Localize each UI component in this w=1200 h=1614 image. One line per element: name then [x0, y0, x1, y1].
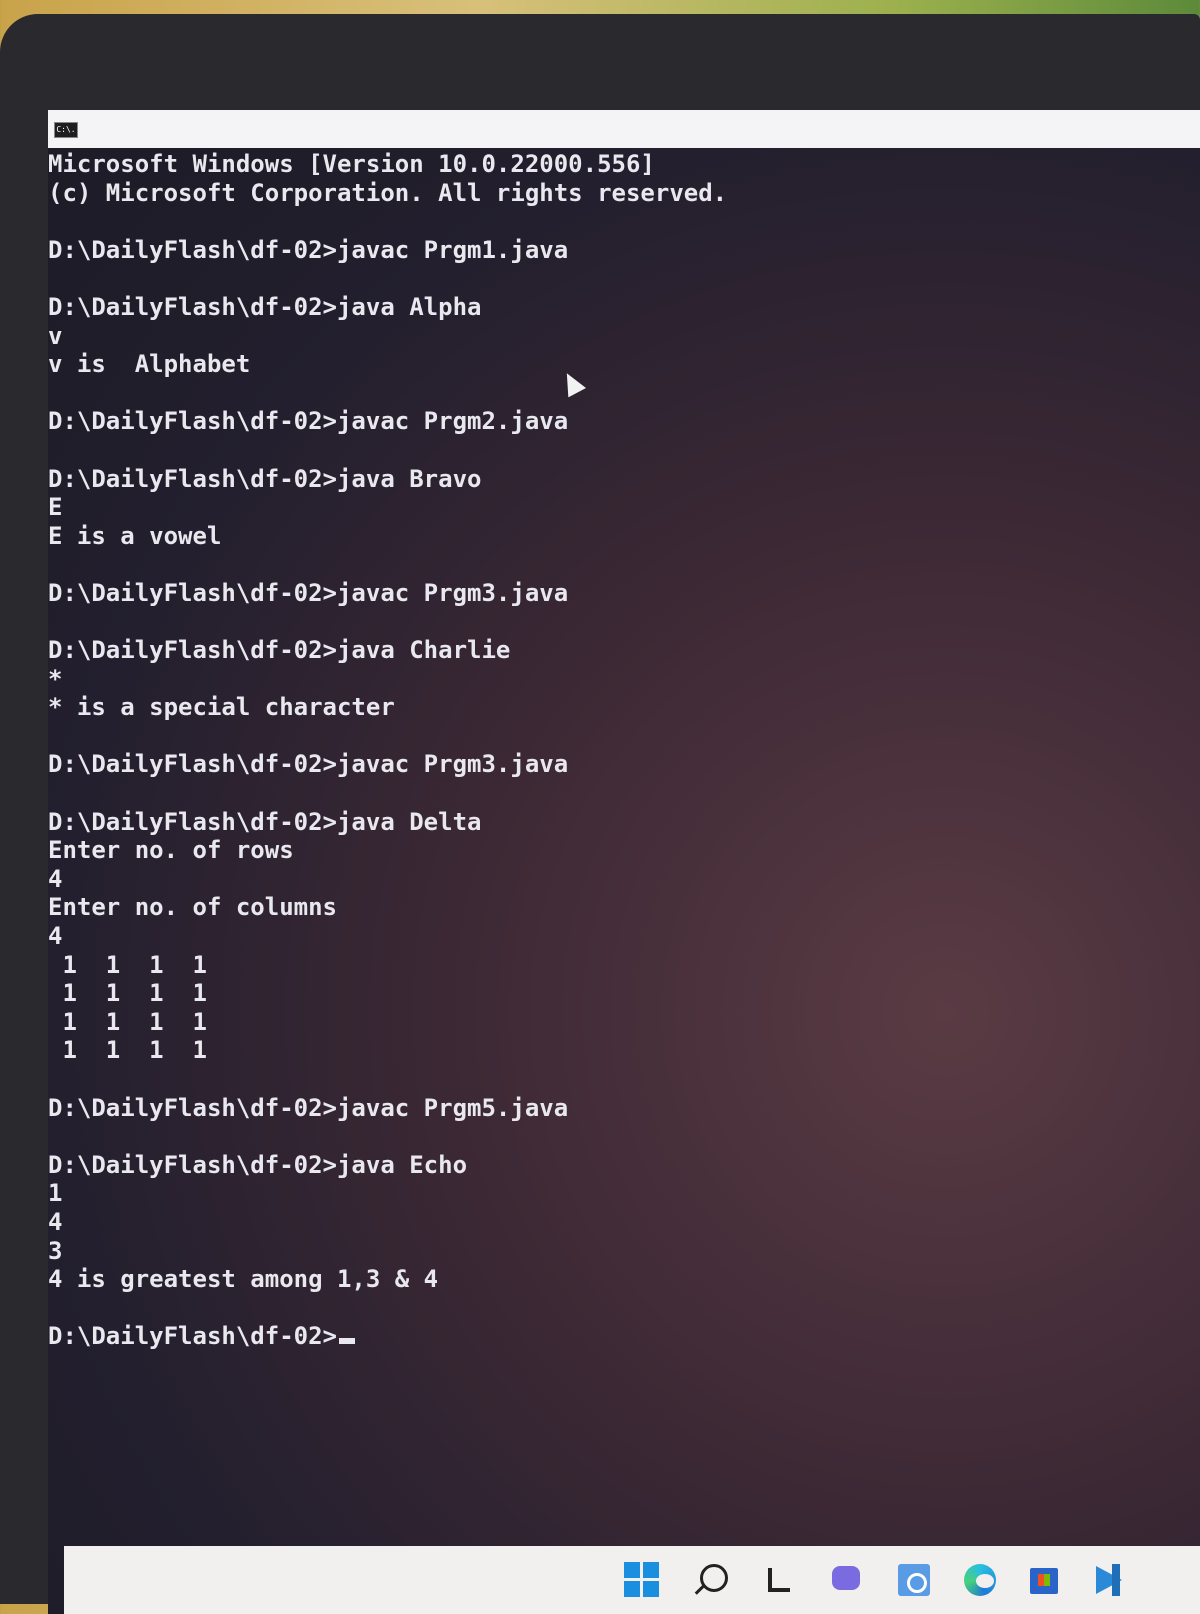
console-line: 1 1 1 1 [48, 1036, 207, 1065]
taskbar [64, 1546, 1200, 1614]
console-output[interactable]: Microsoft Windows [Version 10.0.22000.55… [48, 150, 1148, 1351]
console-line: * [48, 664, 63, 693]
console-line: E is a vowel [48, 521, 222, 550]
cmd-title-bar[interactable]: C:\. [48, 110, 1200, 148]
console-line: Microsoft Windows [Version 10.0.22000.55… [48, 150, 655, 178]
console-line: 4 [48, 1207, 63, 1236]
console-line: Enter no. of columns [48, 893, 337, 922]
console-line: 1 [48, 1179, 63, 1208]
console-line: Enter no. of rows [48, 836, 294, 865]
prompt-text: D:\DailyFlash\df-02> [48, 1322, 337, 1351]
search-icon[interactable] [692, 1562, 728, 1598]
console-line: D:\DailyFlash\df-02>javac Prgm3.java [48, 578, 569, 607]
console-line: D:\DailyFlash\df-02>javac Prgm3.java [48, 750, 569, 779]
console-line: D:\DailyFlash\df-02>java Charlie [48, 636, 511, 665]
text-cursor [338, 1338, 355, 1345]
console-line: D:\DailyFlash\df-02>javac Prgm5.java [48, 1093, 569, 1122]
screen: C:\. Microsoft Windows [Version 10.0.220… [48, 110, 1200, 1614]
console-line: * is a special character [48, 693, 395, 722]
console-line: 1 1 1 1 [48, 1007, 207, 1036]
chat-icon[interactable] [828, 1562, 864, 1598]
console-line: v [48, 321, 63, 350]
console-line: D:\DailyFlash\df-02>java Bravo [48, 464, 482, 493]
edge-browser-icon[interactable] [962, 1562, 998, 1598]
console-line: D:\DailyFlash\df-02>javac Prgm2.java [48, 407, 569, 436]
laptop-bezel: C:\. Microsoft Windows [Version 10.0.220… [0, 14, 1200, 1614]
store-icon[interactable] [1026, 1562, 1062, 1598]
console-line: D:\DailyFlash\df-02>javac Prgm1.java [48, 235, 569, 264]
console-prompt[interactable]: D:\DailyFlash\df-02> [48, 1322, 1148, 1351]
cmd-app-icon[interactable]: C:\. [54, 122, 78, 138]
console-line: D:\DailyFlash\df-02>java Echo [48, 1150, 468, 1179]
console-line: 1 1 1 1 [48, 979, 207, 1008]
task-view-icon[interactable] [762, 1562, 798, 1598]
console-line: 1 1 1 1 [48, 950, 207, 979]
console-line: 3 [48, 1236, 63, 1265]
console-line: v is Alphabet [48, 350, 251, 379]
console-line: 4 [48, 922, 63, 951]
windows-start-icon[interactable] [624, 1562, 660, 1598]
console-line: E [48, 493, 63, 522]
vscode-icon[interactable] [1092, 1562, 1128, 1598]
console-line: (c) Microsoft Corporation. All rights re… [48, 178, 728, 207]
widgets-icon[interactable] [896, 1562, 932, 1598]
console-line: D:\DailyFlash\df-02>java Delta [48, 807, 482, 836]
console-line: D:\DailyFlash\df-02>java Alpha [48, 292, 482, 321]
console-line: 4 [48, 864, 63, 893]
console-line: 4 is greatest among 1,3 & 4 [48, 1265, 439, 1294]
